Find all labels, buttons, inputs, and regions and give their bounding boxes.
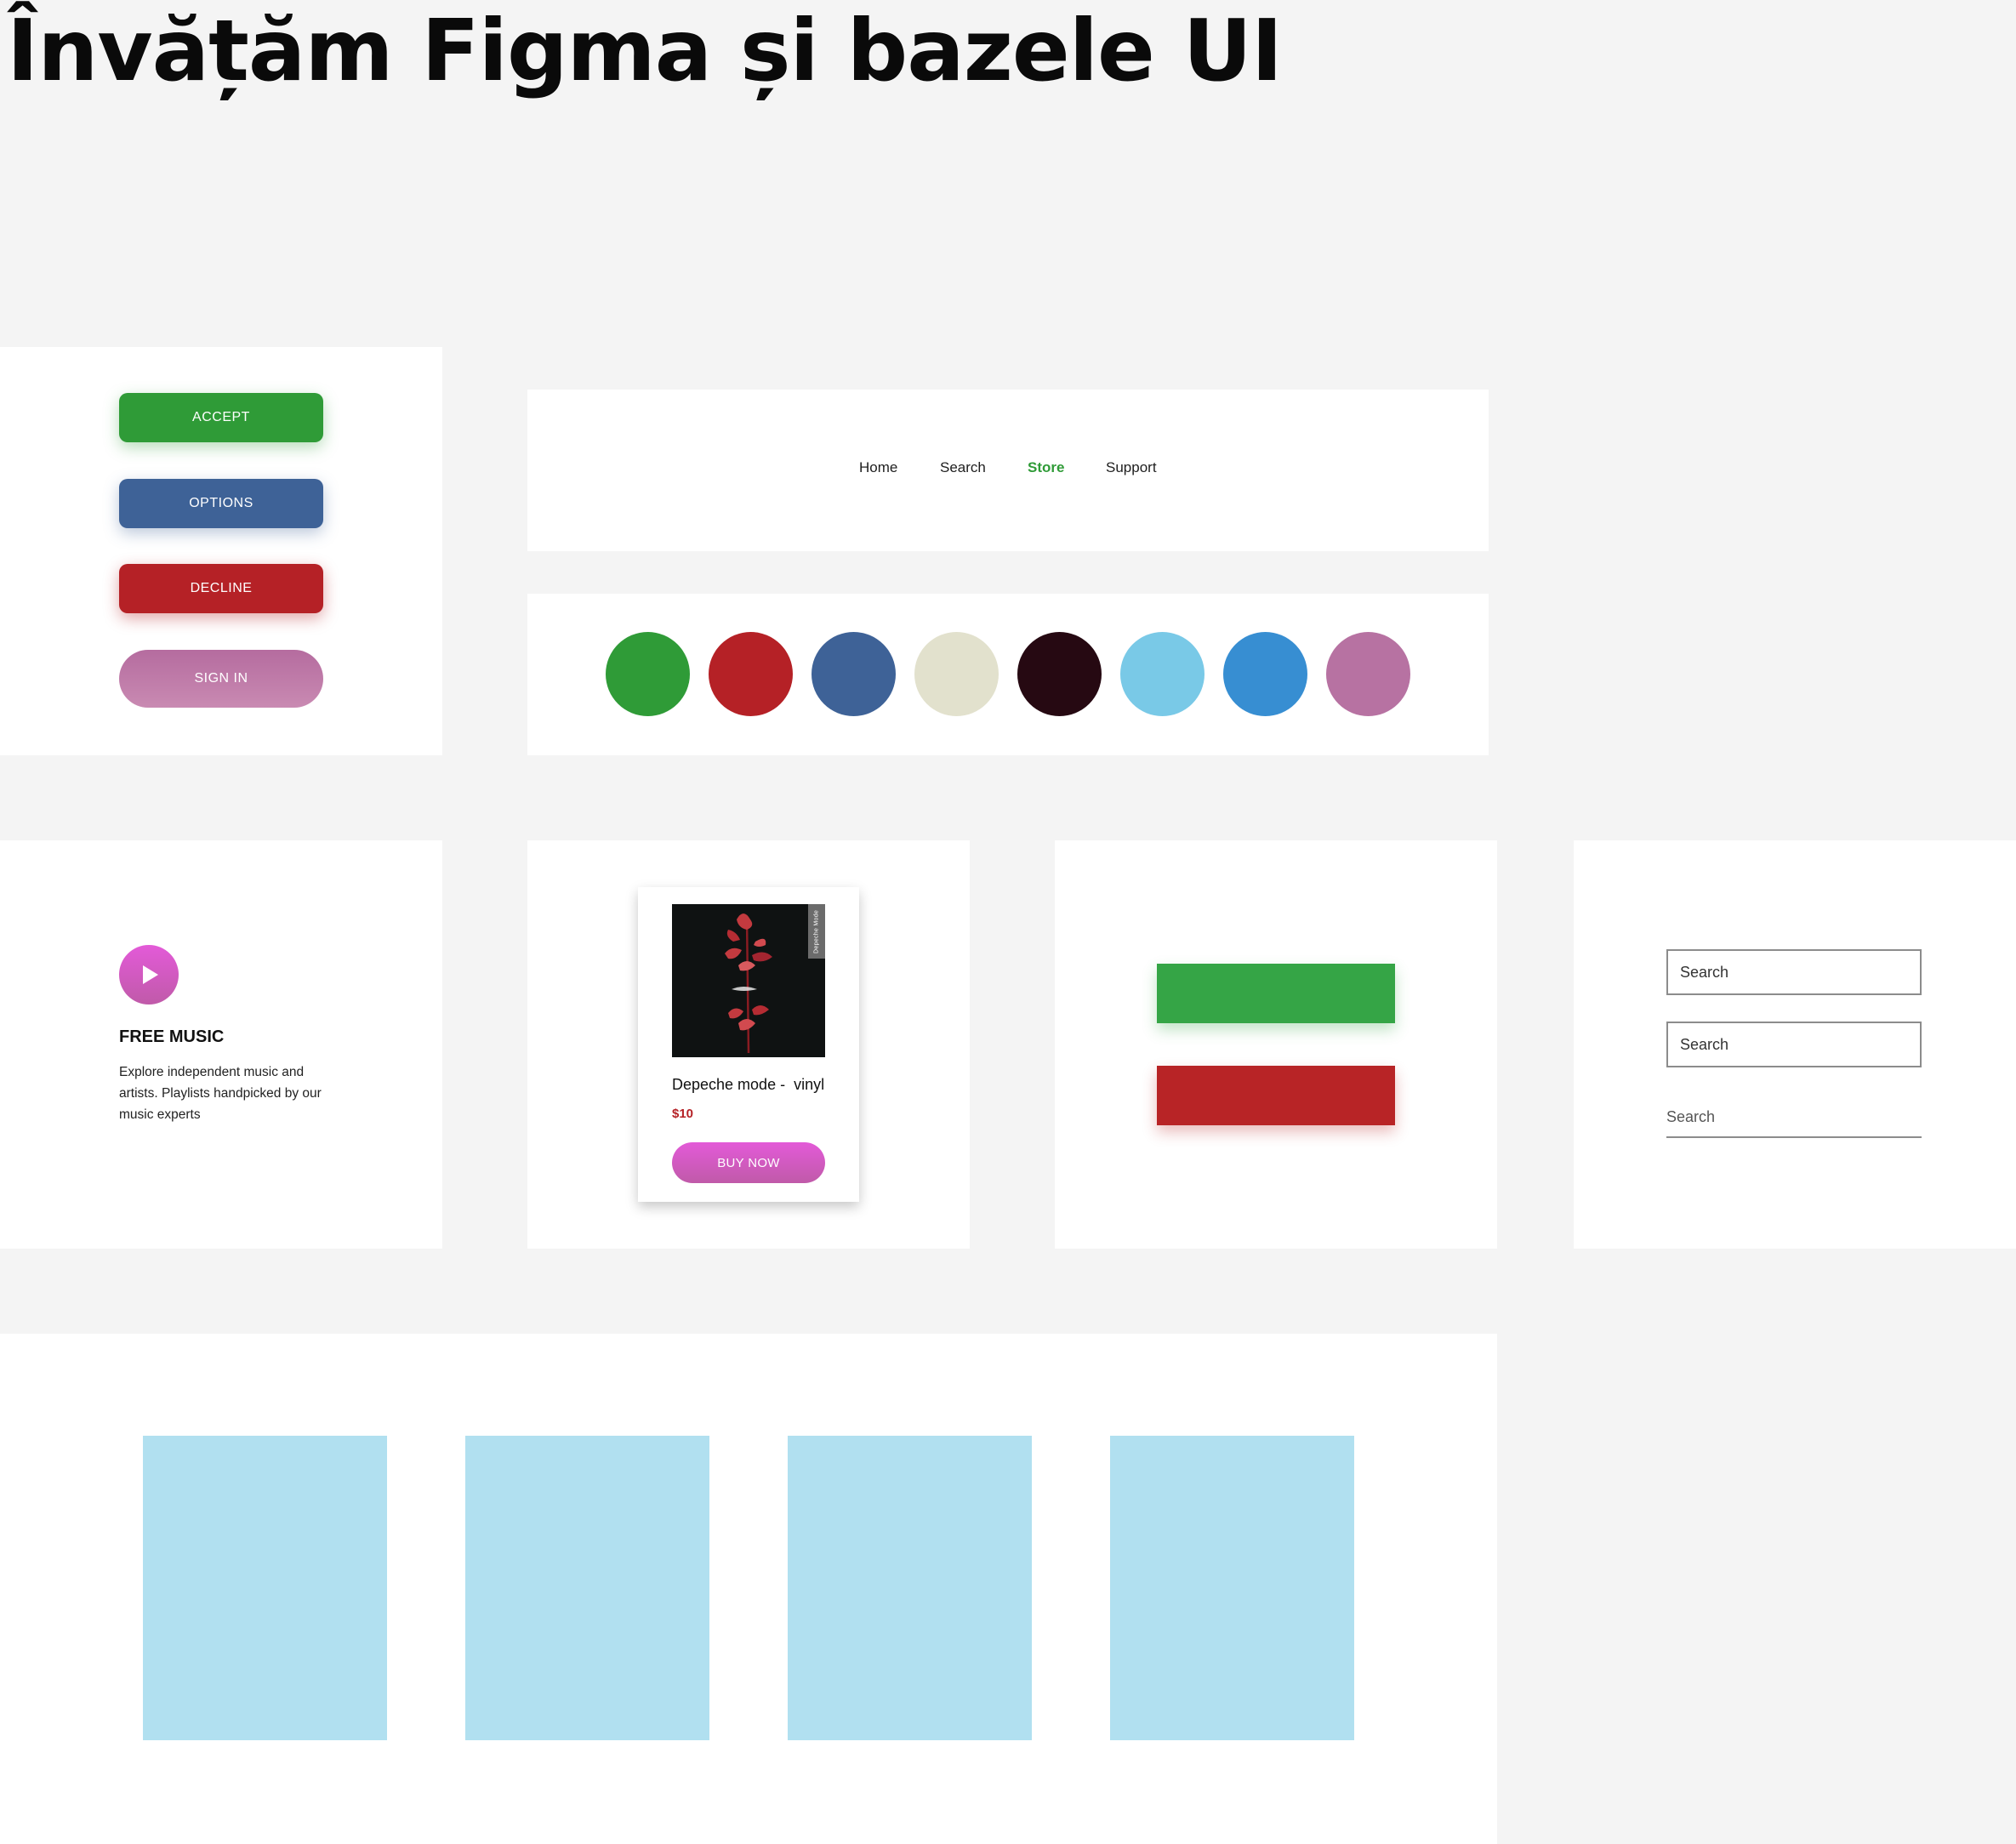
search-input-3[interactable] [1666,1097,1922,1138]
color-swatch-beige [914,632,999,716]
color-swatch-dark-plum [1017,632,1102,716]
color-swatch-blue [812,632,896,716]
nav-panel [527,390,1489,551]
play-icon[interactable] [119,945,179,1005]
free-music-title: FREE MUSIC [119,1027,225,1046]
album-spine-label: Depeche Mode [808,904,825,959]
buy-now-button[interactable]: BUY NOW [672,1142,825,1183]
red-bar [1157,1066,1395,1125]
rose-illustration [725,913,772,1054]
color-swatch-sky-blue [1120,632,1204,716]
nav-item-support[interactable]: Support [1106,459,1157,476]
search-input-2[interactable] [1666,1022,1922,1067]
bars-panel [1055,840,1497,1249]
search-input-1[interactable] [1666,949,1922,995]
free-music-description: Explore independent music and artists. P… [119,1065,322,1122]
nav-item-store[interactable]: Store [1028,459,1064,476]
nav-item-search[interactable]: Search [940,459,986,476]
decline-button[interactable]: DECLINE [119,564,323,613]
tile-4 [1110,1436,1354,1740]
color-swatch-red [709,632,793,716]
sign-in-button[interactable]: SIGN IN [119,650,323,708]
tile-3 [788,1436,1032,1740]
accept-button[interactable]: ACCEPT [119,393,323,442]
product-card: Depeche Mode Depeche mode - vinyl $10 BU… [638,887,859,1202]
green-bar [1157,964,1395,1023]
product-name: Depeche mode - vinyl [672,1076,825,1093]
product-price: $10 [672,1107,694,1121]
options-button[interactable]: OPTIONS [119,479,323,528]
tile-2 [465,1436,709,1740]
color-swatch-azure [1223,632,1307,716]
color-swatch-green [606,632,690,716]
tile-1 [143,1436,387,1740]
color-swatch-mauve [1326,632,1410,716]
nav-item-home[interactable]: Home [859,459,897,476]
album-cover-image: Depeche Mode [672,904,825,1057]
page-title: Învățăm Figma și bazele UI [7,1,1283,100]
